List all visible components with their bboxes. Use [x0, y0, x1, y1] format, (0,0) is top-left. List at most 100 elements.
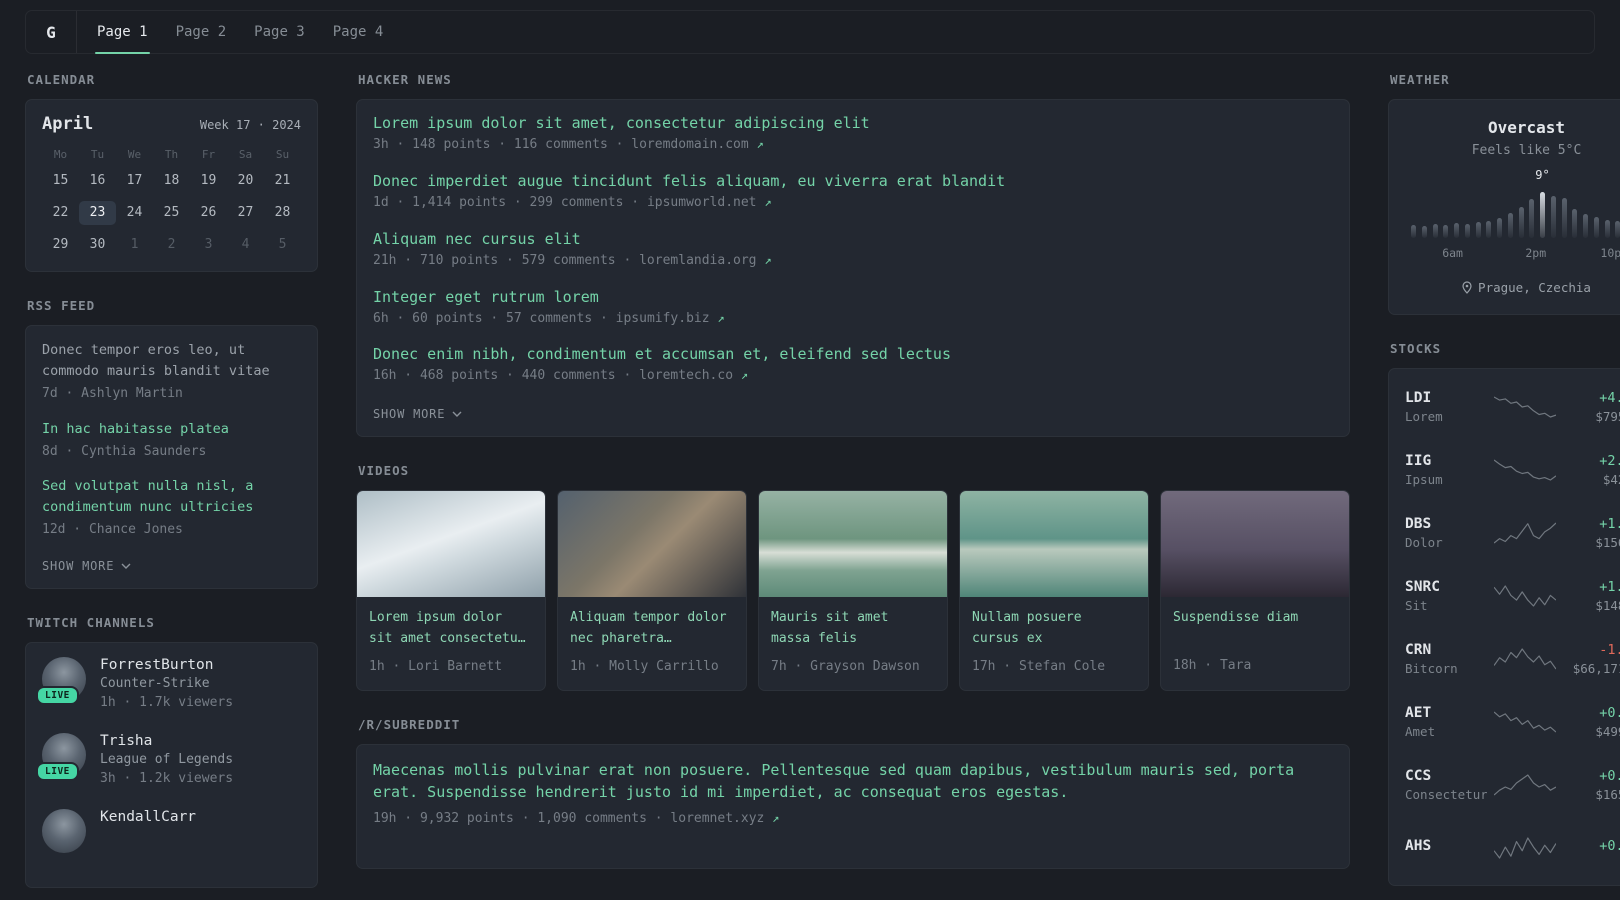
- weather-bar-slot: [1604, 188, 1610, 238]
- tab-page-1[interactable]: Page 1: [95, 11, 150, 54]
- calendar-day[interactable]: 21: [264, 169, 301, 193]
- app-logo[interactable]: G: [26, 11, 76, 53]
- calendar-week-year: Week 17 · 2024: [199, 118, 301, 132]
- subreddit-card: Maecenas mollis pulvinar erat non posuer…: [356, 743, 1350, 869]
- weather-hour-bar: [1411, 225, 1416, 238]
- weather-bar-slot: [1497, 188, 1502, 238]
- stock-change: +1.42%: [1599, 515, 1620, 532]
- twitch-channel-row[interactable]: LIVE Trisha League of Legends 3h · 1.2k vie…: [36, 732, 301, 789]
- tab-page-2[interactable]: Page 2: [174, 11, 229, 53]
- weather-hour-bar: [1475, 222, 1481, 238]
- stock-row[interactable]: LDI Lorem +4.35% $795.18: [1405, 375, 1620, 438]
- hn-domain-link[interactable]: loremdomain.com ↗: [631, 137, 763, 152]
- rss-item-link[interactable]: Donec tempor eros leo, ut commodo mauris…: [42, 340, 301, 382]
- rss-item-link[interactable]: In hac habitasse platea: [42, 419, 301, 440]
- calendar-day[interactable]: 1: [116, 233, 153, 257]
- stock-id: CRN Bitcorn: [1405, 642, 1487, 676]
- stock-symbol: DBS: [1405, 515, 1432, 532]
- calendar-day[interactable]: 19: [190, 169, 227, 193]
- stock-change: +2.84%: [1599, 452, 1620, 469]
- video-card[interactable]: Nullam posuere cursus ex 17h · Stefan Col…: [959, 490, 1149, 691]
- section-title-subreddit: /R/SUBREDDIT: [358, 716, 461, 732]
- hn-story-link[interactable]: Donec enim nibh, condimentum et accumsan…: [373, 345, 1333, 363]
- video-title: Lorem ipsum dolor sit amet consectetu…: [369, 610, 526, 647]
- weather-hour-bar: [1464, 224, 1470, 238]
- hn-domain-link[interactable]: ipsumworld.net ↗: [647, 195, 772, 210]
- calendar-day[interactable]: 4: [227, 233, 264, 257]
- calendar-day[interactable]: 15: [42, 169, 79, 193]
- calendar-day[interactable]: 2: [153, 233, 190, 257]
- calendar-day[interactable]: 18: [153, 169, 190, 193]
- hn-story-link[interactable]: Aliquam nec cursus elit: [373, 230, 1333, 248]
- stock-name: Ipsum: [1405, 471, 1443, 487]
- video-card-body: Lorem ipsum dolor sit amet consectetu… 1h…: [357, 597, 545, 689]
- calendar-day[interactable]: 28: [264, 201, 301, 225]
- twitch-channel-row[interactable]: LIVE ForrestBurton Counter-Strike 1h · 1.7k…: [36, 657, 301, 713]
- video-title: Mauris sit amet massa felis: [771, 610, 889, 647]
- tab-page-3[interactable]: Page 3: [252, 11, 307, 53]
- stock-name: Amet: [1405, 723, 1436, 739]
- stock-row[interactable]: CRN Bitcorn -1.00% $66,171.48: [1405, 627, 1620, 690]
- rss-show-more-button[interactable]: SHOW MORE: [42, 559, 131, 573]
- calendar-day[interactable]: 22: [42, 201, 79, 225]
- calendar-day[interactable]: 30: [79, 233, 116, 257]
- hn-domain-link[interactable]: loremlandia.org ↗: [639, 253, 771, 268]
- twitch-widget: TWITCH CHANNELS LIVE ForrestBurton Counter…: [25, 615, 318, 888]
- channel-name: ForrestBurton: [100, 657, 214, 674]
- stock-sparkline: [1493, 521, 1556, 545]
- tab-page-4[interactable]: Page 4: [331, 11, 386, 53]
- video-title: Aliquam tempor dolor nec pharetra…: [570, 610, 727, 647]
- hn-story-link[interactable]: Integer eget rutrum lorem: [373, 288, 1333, 306]
- hn-domain-link[interactable]: ipsumify.biz ↗: [616, 311, 725, 326]
- stock-sparkline-chart: [1493, 711, 1556, 732]
- video-card[interactable]: Suspendisse diam 18h · Tara: [1160, 490, 1350, 691]
- hn-domain-link[interactable]: loremtech.co ↗: [639, 368, 748, 383]
- weather-hour-bar: [1540, 192, 1545, 238]
- stock-row[interactable]: CCS Consectetur +0.51% $165.84: [1405, 753, 1620, 816]
- external-link-icon: ↗: [764, 252, 772, 267]
- external-link-icon: ↗: [772, 810, 780, 825]
- stock-row[interactable]: AET Amet +0.92% $499.72: [1405, 690, 1620, 753]
- calendar-day[interactable]: 24: [116, 201, 153, 225]
- weather-bar-slot: [1475, 188, 1481, 238]
- hn-story-meta: 21h · 710 points · 579 comments · loreml…: [373, 252, 772, 268]
- calendar-day[interactable]: 16: [79, 169, 116, 193]
- calendar-day[interactable]: 3: [190, 233, 227, 257]
- video-carousel: Lorem ipsum dolor sit amet consectetu… 1h…: [356, 490, 1350, 691]
- show-more-label: SHOW MORE: [42, 559, 115, 574]
- chevron-down-icon: [121, 563, 131, 570]
- hn-show-more-button[interactable]: SHOW MORE: [373, 407, 462, 421]
- weather-bar-slot: [1583, 188, 1588, 238]
- avatar: LIVE: [36, 732, 86, 781]
- weather-bar-slot: [1421, 188, 1427, 238]
- calendar-day[interactable]: 25: [153, 201, 190, 225]
- twitch-channel-row[interactable]: KendallCarr: [42, 808, 301, 853]
- video-card[interactable]: Mauris sit amet massa felis 7h · Grayson …: [758, 490, 948, 691]
- video-card[interactable]: Lorem ipsum dolor sit amet consectetu… 1h…: [356, 490, 546, 691]
- subreddit-post-link[interactable]: Maecenas mollis pulvinar erat non posuer…: [373, 759, 1333, 804]
- section-title-stocks: STOCKS: [1390, 341, 1442, 356]
- video-card[interactable]: Aliquam tempor dolor nec pharetra… 1h · M…: [557, 490, 747, 691]
- calendar-day[interactable]: 27: [227, 201, 264, 225]
- calendar-day[interactable]: 26: [190, 201, 227, 225]
- stock-row[interactable]: IIG Ipsum +2.84% $42.04: [1405, 438, 1620, 501]
- stock-row[interactable]: DBS Dolor +1.42% $156.28: [1405, 501, 1620, 564]
- calendar-day[interactable]: 5: [264, 233, 301, 257]
- weather-time-labels: 6am 2pm 10pm: [1411, 246, 1620, 262]
- external-link-icon: ↗: [717, 310, 725, 325]
- stock-price: $156.28: [1595, 534, 1620, 550]
- hn-story-link[interactable]: Lorem ipsum dolor sit amet, consectetur …: [373, 114, 1333, 132]
- calendar-day[interactable]: 20: [227, 169, 264, 193]
- calendar-day[interactable]: 17: [116, 169, 153, 193]
- calendar-day[interactable]: 29: [42, 233, 79, 257]
- stock-row[interactable]: AHS +0.46%: [1405, 816, 1620, 879]
- calendar-days-grid: 15 16 17 18 19 20 21 22 23 24 25 26 27 28 29 30 1 2 3 4 5: [42, 169, 301, 257]
- stock-row[interactable]: SNRC Sit +1.36% $148.64: [1405, 564, 1620, 627]
- calendar-day-headers: Mo Tu We Th Fr Sa Su: [42, 148, 301, 161]
- subreddit-domain-link[interactable]: loremnet.xyz ↗: [670, 811, 779, 826]
- stock-change: +1.36%: [1599, 578, 1620, 595]
- calendar-day-selected[interactable]: 23: [79, 201, 116, 225]
- rss-item-link[interactable]: Sed volutpat nulla nisl, a condimentum n…: [42, 476, 301, 518]
- weather-hour-bar: [1572, 209, 1578, 238]
- hn-story-link[interactable]: Donec imperdiet augue tincidunt felis al…: [373, 172, 1333, 190]
